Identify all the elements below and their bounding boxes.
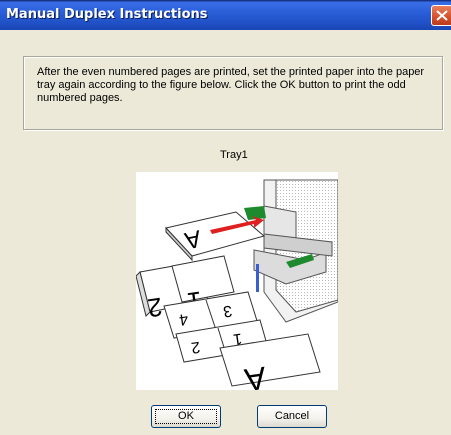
dialog-window: Manual Duplex Instructions After the eve… [0, 0, 451, 435]
ok-button[interactable]: OK [151, 405, 221, 428]
page-label-2-left: 2 [146, 292, 165, 324]
cancel-label: Cancel [274, 410, 310, 422]
page-label-a-bottom: A [242, 360, 269, 390]
close-button[interactable] [431, 5, 451, 26]
printer-illustration: A 2 1 4 3 2 1 [135, 179, 339, 398]
cancel-button[interactable]: Cancel [257, 405, 327, 428]
duplex-figure: A 2 1 4 3 2 1 [135, 172, 339, 398]
title-bar[interactable]: Manual Duplex Instructions [0, 0, 451, 30]
tray-label: Tray1 [220, 149, 248, 161]
focus-rect [155, 409, 217, 424]
printer-body [244, 179, 339, 323]
instructions-text: After the even numbered pages are printe… [37, 66, 425, 104]
close-icon [436, 10, 448, 21]
window-title: Manual Duplex Instructions [6, 7, 208, 22]
